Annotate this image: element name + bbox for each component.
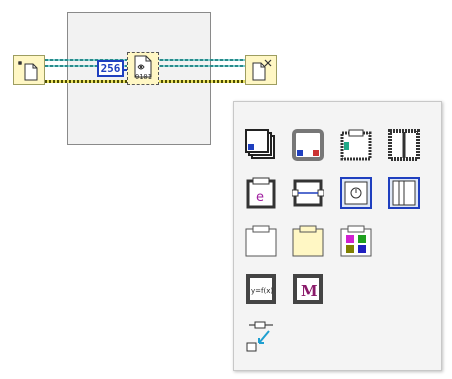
formula-label: y=f(x) (251, 287, 273, 295)
close-file-icon (252, 59, 272, 81)
numeric-constant[interactable]: 256 (97, 60, 124, 77)
read-binary-label: 0101 (135, 73, 152, 81)
stacked-sequence-icon[interactable] (388, 129, 420, 161)
close-file-node[interactable] (245, 55, 277, 85)
feedback-node-icon[interactable] (245, 321, 277, 353)
yellow-structure-icon[interactable] (292, 225, 324, 257)
color-grid-icon[interactable] (340, 225, 372, 257)
flat-sequence-icon[interactable] (245, 129, 277, 161)
event-structure-icon[interactable]: e (245, 177, 277, 209)
open-file-node[interactable] (13, 55, 45, 85)
for-loop-icon[interactable] (292, 129, 324, 161)
case-structure-icon[interactable] (340, 129, 372, 161)
formula-node-icon[interactable]: y=f(x) (245, 273, 277, 305)
structures-palette[interactable]: e y=f(x) M (233, 101, 442, 371)
open-file-icon (18, 61, 38, 81)
structure-icon[interactable] (245, 225, 277, 257)
mathscript-node-icon[interactable]: M (292, 273, 324, 305)
read-binary-file-node[interactable]: 0101 (127, 52, 159, 85)
diagram-disable-icon[interactable] (388, 177, 420, 209)
mathscript-label: M (301, 282, 318, 300)
event-label: e (256, 190, 264, 205)
timed-structure-icon[interactable] (340, 177, 372, 209)
in-place-element-icon[interactable] (291, 177, 325, 209)
